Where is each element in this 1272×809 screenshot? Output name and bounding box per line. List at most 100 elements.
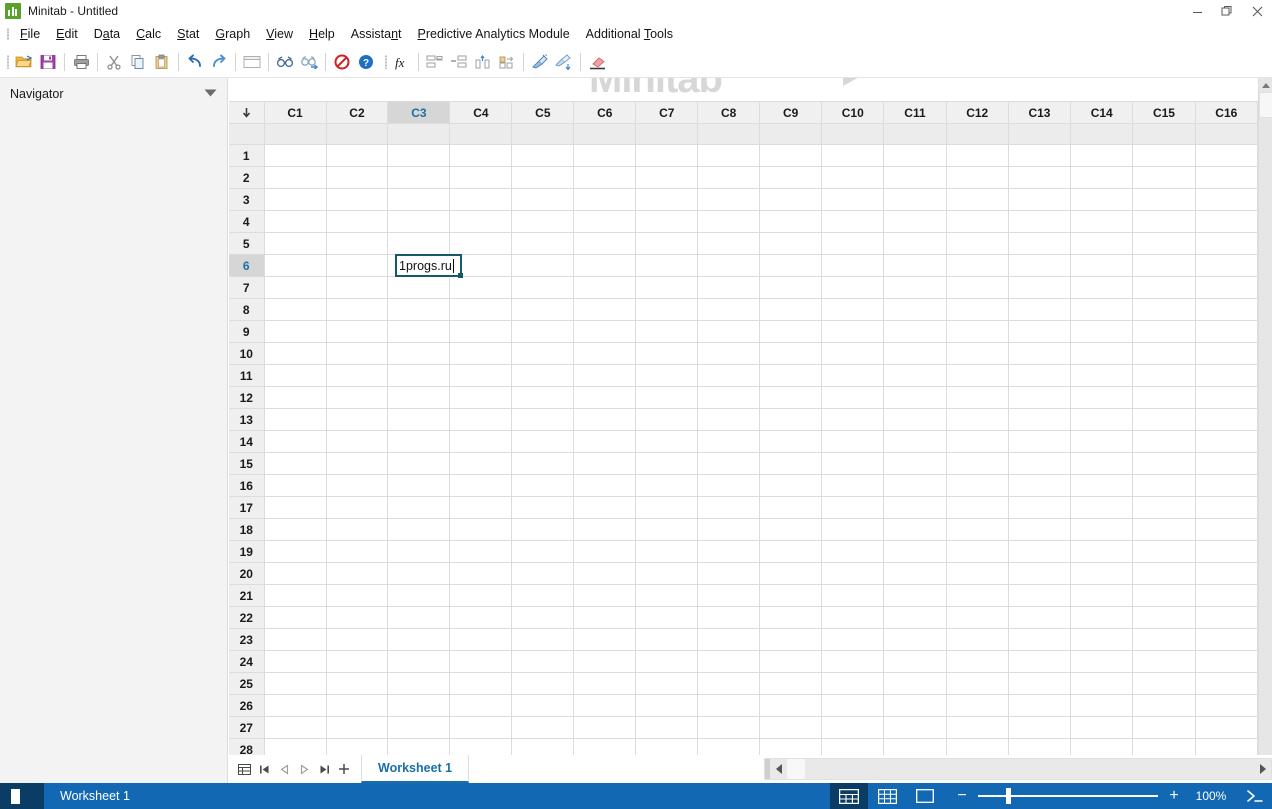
row-header-6[interactable]: 6 [229, 254, 265, 277]
row-header-8[interactable]: 8 [229, 298, 265, 321]
cell-c13-15[interactable] [1008, 452, 1072, 475]
cell-c6-16[interactable] [573, 474, 637, 497]
cell-c14-19[interactable] [1070, 540, 1134, 563]
cell-c7-7[interactable] [635, 276, 699, 299]
row-header-19[interactable]: 19 [229, 540, 265, 563]
column-header-c4[interactable]: C4 [449, 101, 513, 124]
cell-c10-15[interactable] [821, 452, 885, 475]
cell-c14-3[interactable] [1070, 188, 1134, 211]
cell-c11-26[interactable] [883, 694, 947, 717]
cell-c4-15[interactable] [449, 452, 513, 475]
column-header-c1[interactable]: C1 [264, 101, 327, 124]
cell-c10-27[interactable] [821, 716, 885, 739]
cell-c2-20[interactable] [326, 562, 389, 585]
cell-c14-4[interactable] [1070, 210, 1134, 233]
cell-c3-21[interactable] [387, 584, 451, 607]
cell-c9-21[interactable] [759, 584, 823, 607]
cell-c1-4[interactable] [264, 210, 327, 233]
column-header-c2[interactable]: C2 [326, 101, 389, 124]
cell-c2-16[interactable] [326, 474, 389, 497]
cell-c1-20[interactable] [264, 562, 327, 585]
cell-c15-15[interactable] [1132, 452, 1196, 475]
row-header-7[interactable]: 7 [229, 276, 265, 299]
cell-c8-14[interactable] [697, 430, 761, 453]
row-header-1[interactable]: 1 [229, 144, 265, 167]
cell-c9-9[interactable] [759, 320, 823, 343]
cell-c16-16[interactable] [1195, 474, 1259, 497]
column-header-c14[interactable]: C14 [1070, 101, 1134, 124]
cell-c13-25[interactable] [1008, 672, 1072, 695]
cell-c15-22[interactable] [1132, 606, 1196, 629]
row-header-21[interactable]: 21 [229, 584, 265, 607]
cell-c9-5[interactable] [759, 232, 823, 255]
cell-c5-21[interactable] [511, 584, 575, 607]
cell-c7-11[interactable] [635, 364, 699, 387]
cell-c8-11[interactable] [697, 364, 761, 387]
redo-icon[interactable] [208, 50, 230, 74]
cell-c4-16[interactable] [449, 474, 513, 497]
row-header-17[interactable]: 17 [229, 496, 265, 519]
scroll-left-icon[interactable] [771, 759, 787, 779]
cell-c11-22[interactable] [883, 606, 947, 629]
cell-c16-3[interactable] [1195, 188, 1259, 211]
cell-c6-4[interactable] [573, 210, 637, 233]
split-pane-icon[interactable] [0, 783, 44, 809]
cell-c4-22[interactable] [449, 606, 513, 629]
cell-c11-4[interactable] [883, 210, 947, 233]
column-name-cell-c4[interactable] [449, 123, 513, 145]
cell-c5-3[interactable] [511, 188, 575, 211]
cell-c2-25[interactable] [326, 672, 389, 695]
cell-c6-14[interactable] [573, 430, 637, 453]
column-name-cell-c13[interactable] [1008, 123, 1072, 145]
save-icon[interactable] [37, 50, 59, 74]
cell-c9-14[interactable] [759, 430, 823, 453]
cell-c3-23[interactable] [387, 628, 451, 651]
cell-c4-27[interactable] [449, 716, 513, 739]
close-icon[interactable] [1242, 0, 1272, 22]
cell-c6-21[interactable] [573, 584, 637, 607]
cell-c16-4[interactable] [1195, 210, 1259, 233]
toolbar-grip-icon[interactable] [3, 54, 12, 70]
row-header-25[interactable]: 25 [229, 672, 265, 695]
cell-c10-12[interactable] [821, 386, 885, 409]
cell-c12-8[interactable] [946, 298, 1009, 321]
cell-c1-15[interactable] [264, 452, 327, 475]
cell-c8-24[interactable] [697, 650, 761, 673]
column-header-c6[interactable]: C6 [573, 101, 637, 124]
cell-c15-17[interactable] [1132, 496, 1196, 519]
cell-c1-19[interactable] [264, 540, 327, 563]
cell-c10-22[interactable] [821, 606, 885, 629]
cell-c12-27[interactable] [946, 716, 1009, 739]
cell-c16-24[interactable] [1195, 650, 1259, 673]
cell-c3-9[interactable] [387, 320, 451, 343]
cell-c7-2[interactable] [635, 166, 699, 189]
cell-c11-2[interactable] [883, 166, 947, 189]
cell-c12-22[interactable] [946, 606, 1009, 629]
scroll-up-icon[interactable] [1259, 78, 1272, 92]
cell-c13-27[interactable] [1008, 716, 1072, 739]
cell-c15-26[interactable] [1132, 694, 1196, 717]
cell-c3-13[interactable] [387, 408, 451, 431]
formula-icon[interactable]: fx [391, 50, 413, 74]
cell-c4-8[interactable] [449, 298, 513, 321]
cell-c11-18[interactable] [883, 518, 947, 541]
cell-c14-23[interactable] [1070, 628, 1134, 651]
cell-c15-27[interactable] [1132, 716, 1196, 739]
cell-c3-25[interactable] [387, 672, 451, 695]
cell-c16-12[interactable] [1195, 386, 1259, 409]
hscroll-thumb[interactable] [787, 759, 805, 779]
column-header-c10[interactable]: C10 [821, 101, 885, 124]
single-view-icon[interactable] [906, 783, 944, 809]
cell-c10-19[interactable] [821, 540, 885, 563]
cell-c14-5[interactable] [1070, 232, 1134, 255]
cell-c9-11[interactable] [759, 364, 823, 387]
cell-c13-13[interactable] [1008, 408, 1072, 431]
cell-c14-13[interactable] [1070, 408, 1134, 431]
cell-c15-14[interactable] [1132, 430, 1196, 453]
cell-c12-19[interactable] [946, 540, 1009, 563]
cell-c7-22[interactable] [635, 606, 699, 629]
row-header-4[interactable]: 4 [229, 210, 265, 233]
cell-c14-27[interactable] [1070, 716, 1134, 739]
last-sheet-icon[interactable] [315, 758, 333, 780]
select-all-arrow-icon[interactable] [229, 101, 265, 124]
